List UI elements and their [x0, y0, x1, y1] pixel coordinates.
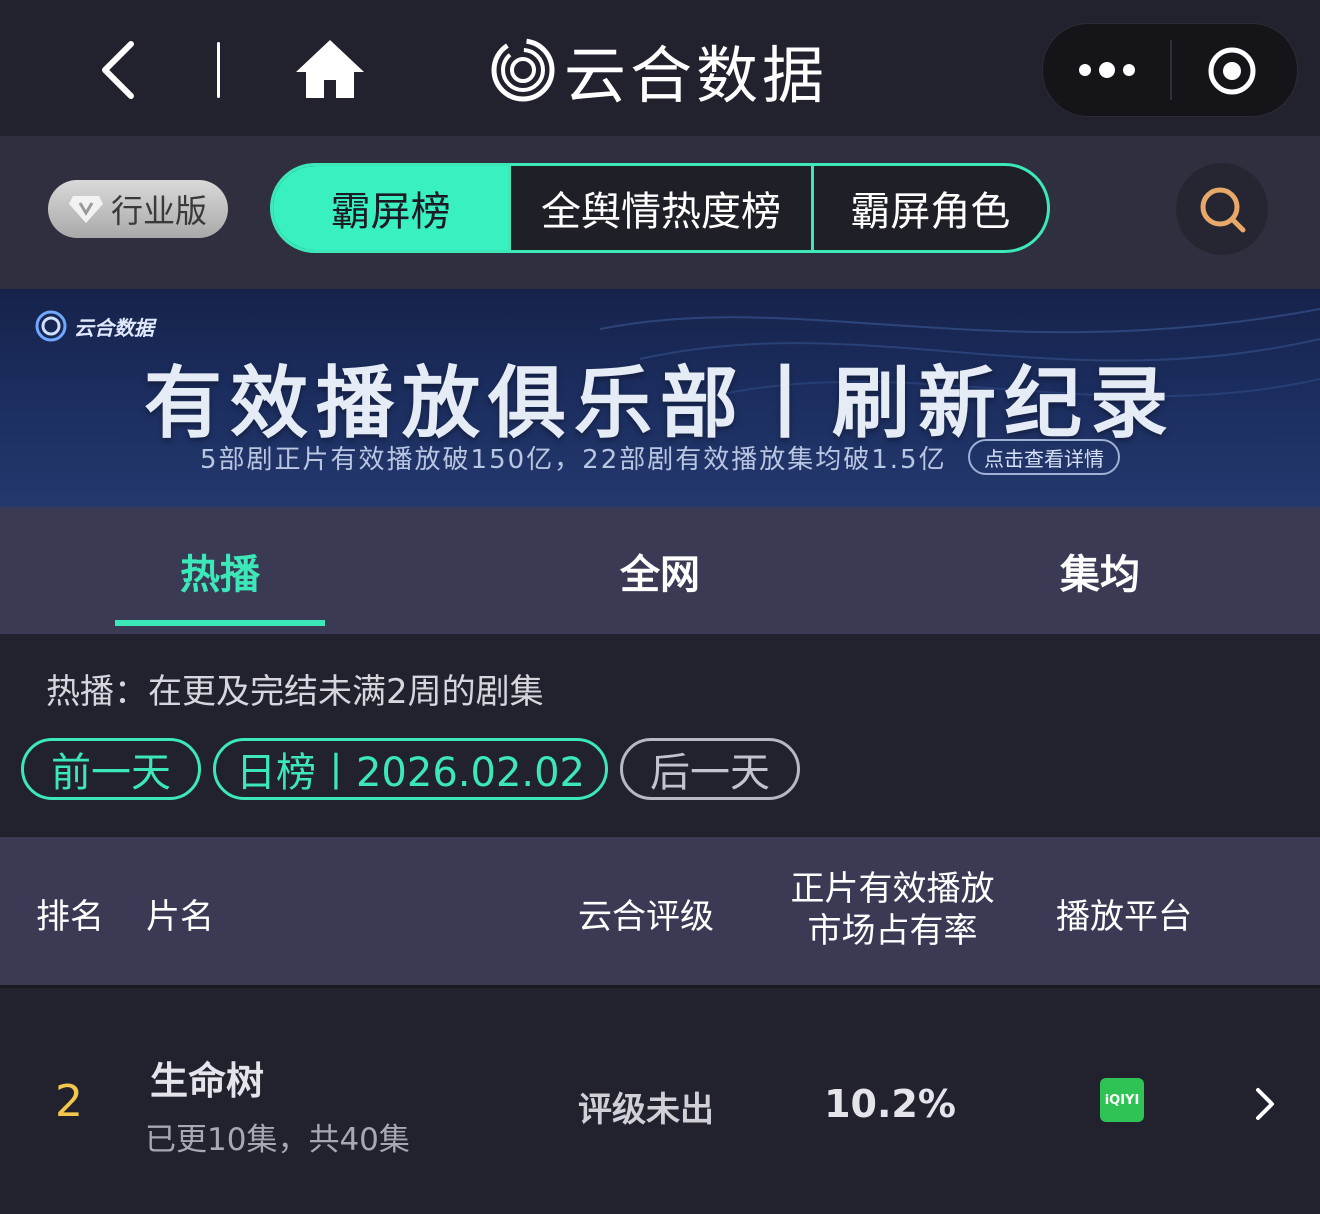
- header-rank: 排名: [36, 897, 104, 937]
- segment-label: 霸屏榜: [330, 189, 451, 235]
- banner-logo-text: 云合数据: [74, 315, 154, 340]
- header-market-share-line1: 正片有效播放: [790, 869, 995, 909]
- capsule-divider: [1170, 40, 1172, 100]
- nav-divider: [217, 42, 220, 98]
- banner-logo: 云合数据: [34, 309, 154, 343]
- banner-subtitle: 5部剧正片有效播放破150亿，22部剧有效播放集均破1.5亿: [200, 445, 947, 475]
- iqiyi-platform-icon: iQIYI: [1100, 1078, 1144, 1122]
- app-title: 云合数据: [564, 39, 829, 112]
- close-miniprogram-button[interactable]: [1207, 46, 1257, 96]
- segment-screen-ranking[interactable]: 霸屏榜: [273, 166, 509, 250]
- industry-edition-badge[interactable]: 行业版: [48, 180, 228, 238]
- more-dots-icon: [1079, 62, 1135, 78]
- diamond-v-icon: [68, 196, 103, 223]
- table-body: 2 生命树 已更10集，共40集 评级未出 10.2% iQIYI: [0, 985, 1320, 1214]
- target-circle-icon: [1208, 47, 1256, 95]
- header-platform: 播放平台: [1056, 897, 1192, 937]
- hot-definition-note: 热播：在更及完结未满2周的剧集: [46, 672, 544, 712]
- tab-label: 热播: [180, 551, 260, 598]
- previous-day-button[interactable]: 前一天: [21, 738, 201, 800]
- search-button[interactable]: [1176, 163, 1268, 255]
- banner-detail-button[interactable]: 点击查看详情: [968, 439, 1120, 475]
- date-picker-button[interactable]: 日榜丨2026.02.02: [213, 738, 608, 800]
- segment-sentiment-ranking[interactable]: 全舆情热度榜: [508, 166, 810, 250]
- industry-edition-label: 行业版: [110, 192, 207, 230]
- next-day-label: 后一天: [650, 750, 770, 796]
- table-header: 排名 片名 云合评级 正片有效播放 市场占有率 播放平台: [0, 837, 1320, 985]
- yunhe-logo-icon: [491, 38, 555, 102]
- active-tab-indicator: [115, 620, 325, 626]
- home-button[interactable]: [294, 36, 366, 102]
- row-title: 生命树: [150, 1059, 265, 1103]
- tab-per-episode[interactable]: 集均: [880, 507, 1320, 634]
- next-day-button[interactable]: 后一天: [620, 738, 800, 800]
- chevron-right-icon: [1256, 1088, 1274, 1120]
- more-button[interactable]: [1071, 50, 1143, 90]
- search-icon: [1200, 187, 1246, 233]
- miniprogram-capsule: [1042, 23, 1298, 117]
- tab-hot[interactable]: 热播: [0, 507, 440, 634]
- banner-title: 有效播放俱乐部丨刷新纪录: [143, 359, 1176, 449]
- row-market-share: 10.2%: [824, 1082, 956, 1126]
- header-market-share-line2: 市场占有率: [807, 911, 978, 951]
- header-market-share: 正片有效播放 市场占有率: [780, 868, 1005, 952]
- current-date-label: 日榜丨2026.02.02: [235, 750, 586, 796]
- previous-day-label: 前一天: [51, 750, 171, 796]
- home-icon: [296, 40, 364, 98]
- tab-label: 全网: [620, 551, 700, 598]
- back-button[interactable]: [82, 32, 152, 108]
- chevron-left-icon: [102, 41, 134, 99]
- promo-banner[interactable]: 云合数据 有效播放俱乐部丨刷新纪录 5部剧正片有效播放破150亿，22部剧有效播…: [0, 289, 1320, 507]
- category-tabs: 热播 全网 集均: [0, 507, 1320, 634]
- top-navigation-bar: 云合数据: [0, 0, 1320, 136]
- segment-character-ranking[interactable]: 霸屏角色: [810, 166, 1047, 250]
- app-brand: 云合数据: [490, 30, 828, 112]
- tab-label: 集均: [1060, 551, 1140, 598]
- row-rank: 2: [55, 1076, 83, 1127]
- segment-label: 全舆情热度榜: [540, 189, 781, 235]
- header-rating: 云合评级: [578, 897, 714, 937]
- ranking-segment-control: 霸屏榜 全舆情热度榜 霸屏角色: [270, 163, 1050, 253]
- segment-label: 霸屏角色: [850, 189, 1011, 235]
- ranking-type-bar: 行业版 霸屏榜 全舆情热度榜 霸屏角色: [0, 136, 1320, 289]
- ranking-info-area: 热播：在更及完结未满2周的剧集 前一天 日榜丨2026.02.02 后一天: [0, 634, 1320, 837]
- header-title: 片名: [146, 897, 214, 937]
- yunhe-logo-icon: [35, 310, 67, 342]
- row-rating: 评级未出: [578, 1090, 714, 1130]
- table-row[interactable]: 2 生命树 已更10集，共40集 评级未出 10.2% iQIYI: [0, 988, 1320, 1214]
- row-episodes: 已更10集，共40集: [145, 1122, 410, 1158]
- tab-all-network[interactable]: 全网: [440, 507, 880, 634]
